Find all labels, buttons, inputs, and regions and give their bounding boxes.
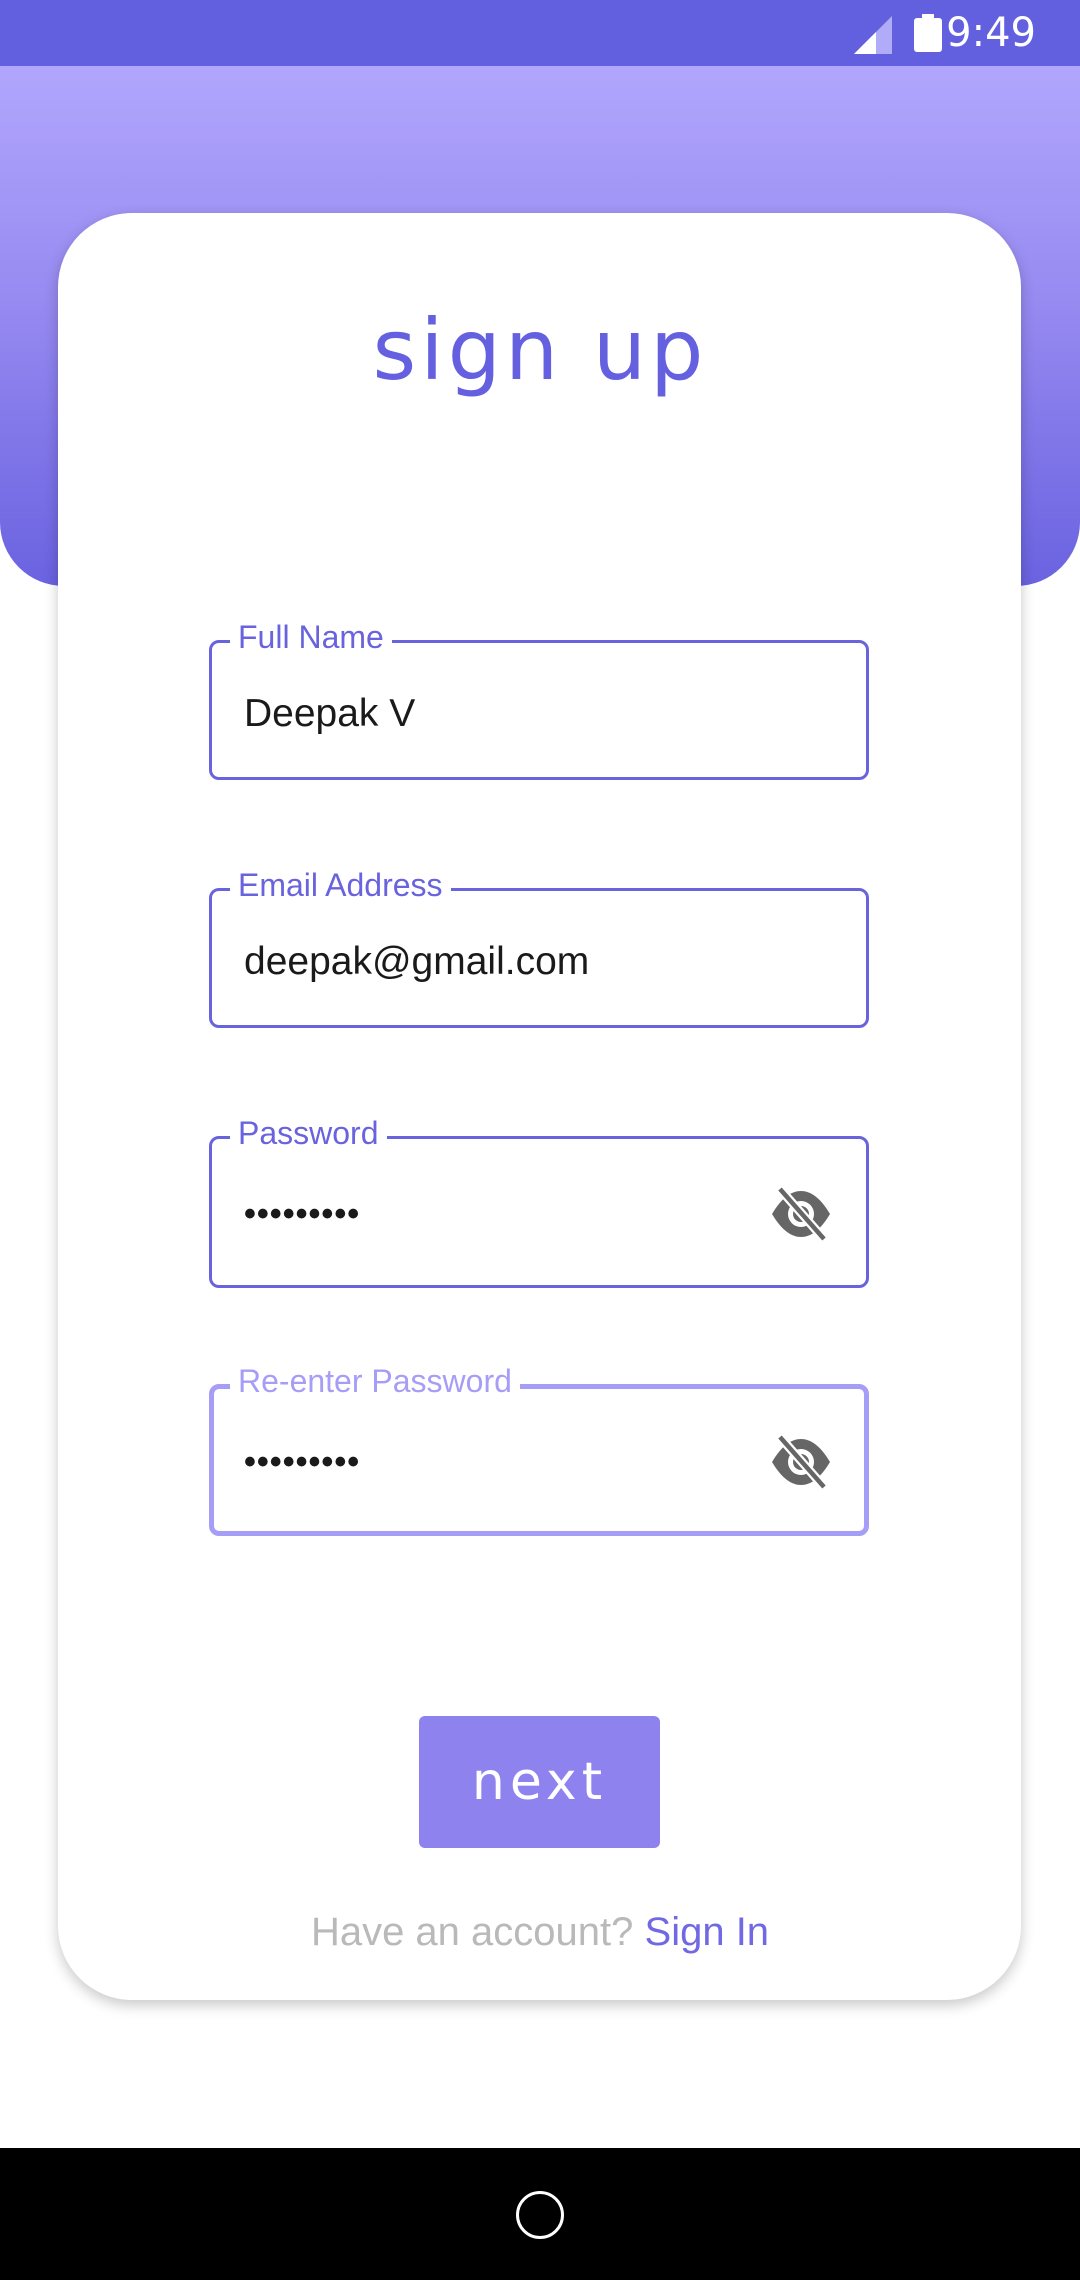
password-label: Password [230, 1113, 387, 1153]
password-field[interactable]: Password ••••••••• [209, 1113, 869, 1288]
battery-icon [914, 14, 942, 52]
full-name-label: Full Name [230, 617, 392, 657]
account-prompt-line: Have an account? Sign In [0, 1904, 1080, 1960]
eye-off-icon[interactable] [770, 1185, 832, 1243]
email-value[interactable]: deepak@gmail.com [244, 939, 589, 985]
page-title: sign up [372, 301, 708, 399]
home-icon[interactable] [515, 2190, 565, 2240]
status-bar: 9:49 [0, 0, 1080, 66]
next-button[interactable]: next [419, 1716, 660, 1848]
reenter-password-label: Re-enter Password [230, 1361, 520, 1401]
full-name-field[interactable]: Full Name Deepak V [209, 617, 869, 780]
reenter-password-value[interactable]: ••••••••• [244, 1439, 360, 1485]
email-label: Email Address [230, 865, 451, 905]
account-prompt: Have an account? [310, 1910, 634, 1954]
signin-link[interactable]: Sign In [645, 1910, 770, 1954]
eye-off-icon[interactable] [770, 1433, 832, 1491]
email-field[interactable]: Email Address deepak@gmail.com [209, 865, 869, 1028]
full-name-value[interactable]: Deepak V [244, 691, 415, 737]
password-value[interactable]: ••••••••• [244, 1191, 360, 1237]
reenter-password-field[interactable]: Re-enter Password ••••••••• [209, 1361, 869, 1536]
navigation-bar [0, 2148, 1080, 2280]
status-time: 9:49 [946, 10, 1036, 56]
signal-icon [854, 16, 892, 54]
